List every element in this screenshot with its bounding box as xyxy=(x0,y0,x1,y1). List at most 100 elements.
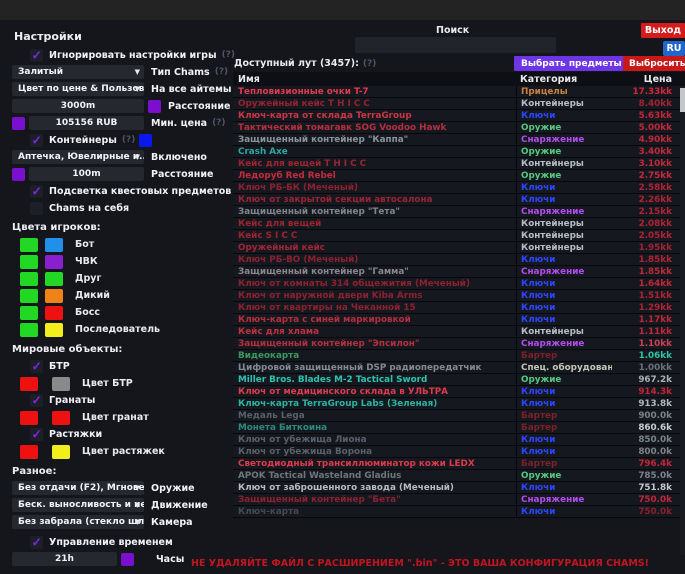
visible-color-swatch[interactable] xyxy=(20,323,38,337)
loot-table-row[interactable]: Тактический томагавк SOG Voodoo Hawk Ору… xyxy=(233,122,685,134)
loot-table-row[interactable]: Ключ от наружной двери Kiba Arms Ключи 1… xyxy=(233,290,685,302)
all-items-dropdown[interactable]: Цвет по цене & Пользователь ▼ xyxy=(12,82,144,96)
hidden-color-swatch[interactable] xyxy=(45,272,63,286)
time-control-checkbox[interactable]: ✓ xyxy=(30,536,43,549)
help-icon[interactable]: (?) xyxy=(215,67,228,77)
loot-table-row[interactable]: Ключ от убежища Лиона Ключи 850.0k xyxy=(233,434,685,446)
loot-table-row[interactable]: Ключ от заброшенного завода (Меченый) Кл… xyxy=(233,482,685,494)
loot-table-row[interactable]: Защищенный контейнер "Бета" Снаряжение 7… xyxy=(233,494,685,506)
loot-table-row[interactable]: Защищенный контейнер "Тета" Снаряжение 2… xyxy=(233,206,685,218)
misc-dropdown[interactable]: Без забрала (стекло шлема) ▼ xyxy=(12,515,144,529)
loot-table-row[interactable]: APOK Tactical Wasteland Gladius Оружие 7… xyxy=(233,470,685,482)
containers-checkbox[interactable]: ✓ xyxy=(30,134,43,147)
ignore-game-settings-checkbox[interactable]: ✓ xyxy=(30,49,43,62)
containers-distance-color-swatch[interactable] xyxy=(12,168,25,181)
exit-button[interactable]: Выход xyxy=(641,23,685,38)
containers-distance-input[interactable]: 100m xyxy=(29,167,144,181)
help-icon[interactable]: (?) xyxy=(363,59,376,69)
loot-table-row[interactable]: Светодиодный трансиллюминатор кожи LEDX … xyxy=(233,458,685,470)
misc-dropdown[interactable]: Беск. выносливость и нет уста ▼ xyxy=(12,498,144,512)
player-color-label: ЧВК xyxy=(75,256,98,267)
loot-table-row[interactable]: Ключ от закрытой секции автосалона Ключи… xyxy=(233,194,685,206)
loot-table-row[interactable]: Ключ-карта от склада TerraGroup Ключи 5.… xyxy=(233,110,685,122)
containers-color-swatch[interactable] xyxy=(139,134,152,147)
player-color-row: Бот xyxy=(12,236,232,253)
item-name: Crash Axe xyxy=(233,147,516,157)
search-input[interactable] xyxy=(355,37,556,53)
loot-table-row[interactable]: Ключ от квартиры на Чеканной 15 Ключи 1.… xyxy=(233,302,685,314)
time-color-swatch[interactable] xyxy=(121,553,134,566)
world-object-checkbox[interactable]: ✓ xyxy=(30,394,43,407)
visible-color-swatch[interactable] xyxy=(20,306,38,320)
world-object-checkbox[interactable]: ✓ xyxy=(30,428,43,441)
chams-type-dropdown[interactable]: Залитый ▼ xyxy=(12,65,144,79)
help-icon[interactable]: (?) xyxy=(122,135,135,145)
quest-highlight-row: ✓ Подсветка квестовых предметов xyxy=(12,183,232,199)
scrollbar-thumb[interactable] xyxy=(680,88,685,112)
world-object-label: Растяжки xyxy=(49,429,102,440)
help-icon[interactable]: (?) xyxy=(212,118,225,128)
column-header-category[interactable]: Категория xyxy=(516,74,612,85)
loot-table-row[interactable]: Защищенный контейнер "Каппа" Снаряжение … xyxy=(233,134,685,146)
item-price: 3.40kk xyxy=(612,147,672,157)
hidden-color-swatch[interactable] xyxy=(45,238,63,252)
loot-table-row[interactable]: Видеокарта Бартер 1.06kk xyxy=(233,350,685,362)
chams-self-checkbox[interactable]: ✓ xyxy=(30,202,43,215)
hidden-color-swatch[interactable] xyxy=(45,255,63,269)
loot-table-row[interactable]: Медаль Lega Бартер 900.0k xyxy=(233,410,685,422)
color-swatch[interactable] xyxy=(52,377,70,391)
min-price-color-swatch[interactable] xyxy=(12,117,25,130)
hidden-color-swatch[interactable] xyxy=(45,306,63,320)
loot-table-row[interactable]: Ключ от медицинского склада в УЛЬТРА Клю… xyxy=(233,386,685,398)
containers-filter-dropdown[interactable]: Аптечка, Ювелирные и... ▼ xyxy=(12,150,144,164)
loot-table-row[interactable]: Ключ-карта с синей маркировкой Ключи 1.1… xyxy=(233,314,685,326)
loot-table-row[interactable]: Кейс S I C C Контейнеры 2.05kk xyxy=(233,230,685,242)
loot-table-row[interactable]: Crash Axe Оружие 3.40kk xyxy=(233,146,685,158)
visible-color-swatch[interactable] xyxy=(20,289,38,303)
visible-color-swatch[interactable] xyxy=(20,255,38,269)
quest-highlight-checkbox[interactable]: ✓ xyxy=(30,185,43,198)
loot-table-row[interactable]: Ледоруб Red Rebel Оружие 2.75kk xyxy=(233,170,685,182)
visible-color-swatch[interactable] xyxy=(20,272,38,286)
loot-table-row[interactable]: Ключ РБ-ВО (Меченый) Ключи 1.85kk xyxy=(233,254,685,266)
distance-color-swatch[interactable] xyxy=(148,100,161,113)
hidden-color-swatch[interactable] xyxy=(45,323,63,337)
color-swatch[interactable] xyxy=(20,411,38,425)
world-object-checkbox[interactable]: ✓ xyxy=(30,360,43,373)
loot-table-row[interactable]: Кейс для вещей T H I C C Контейнеры 3.10… xyxy=(233,158,685,170)
loot-table-row[interactable]: Оружейный кейс T H I C C Контейнеры 8.40… xyxy=(233,98,685,110)
table-scrollbar[interactable] xyxy=(680,86,685,555)
min-price-input[interactable]: 105156 RUB xyxy=(29,116,144,130)
hidden-color-swatch[interactable] xyxy=(45,289,63,303)
chams-self-label: Chams на себя xyxy=(49,203,129,214)
loot-table-row[interactable]: Защищенный контейнер "Гамма" Снаряжение … xyxy=(233,266,685,278)
distance-input[interactable]: 3000m xyxy=(12,99,144,113)
color-swatch[interactable] xyxy=(52,445,70,459)
drop-all-button[interactable]: Выбросить все xyxy=(623,56,685,71)
visible-color-swatch[interactable] xyxy=(20,238,38,252)
loot-table-row[interactable]: Ключ РБ-БК (Меченый) Ключи 2.58kk xyxy=(233,182,685,194)
language-button[interactable]: RU xyxy=(663,41,685,56)
column-header-name[interactable]: Имя xyxy=(233,74,516,85)
column-header-price[interactable]: Цена xyxy=(612,74,672,85)
loot-table-row[interactable]: Кейс для хлама Контейнеры 1.11kk xyxy=(233,326,685,338)
world-objects-title: Мировые объекты: xyxy=(12,344,232,355)
loot-table-row[interactable]: Кейс для вещей Контейнеры 2.08kk xyxy=(233,218,685,230)
loot-table-row[interactable]: Miller Bros. Blades M-2 Tactical Sword О… xyxy=(233,374,685,386)
color-swatch[interactable] xyxy=(20,445,38,459)
loot-table-row[interactable]: Цифровой защищенный DSP радиопередатчик … xyxy=(233,362,685,374)
loot-table-row[interactable]: Ключ от комнаты 314 общежития (Меченый) … xyxy=(233,278,685,290)
loot-table-row[interactable]: Монета Биткоина Бартер 860.6k xyxy=(233,422,685,434)
loot-table-row[interactable]: Оружейный кейс Контейнеры 1.95kk xyxy=(233,242,685,254)
help-icon[interactable]: (?) xyxy=(222,50,235,60)
misc-dropdown[interactable]: Без отдачи (F2), Мгновенное п ▼ xyxy=(12,481,144,495)
time-input[interactable]: 21h xyxy=(12,552,117,566)
loot-table-row[interactable]: Ключ от убежища Ворона Ключи 800.0k xyxy=(233,446,685,458)
color-swatch[interactable] xyxy=(52,411,70,425)
loot-table-row[interactable]: Ключ-карта TerraGroup Labs (Зеленая) Клю… xyxy=(233,398,685,410)
loot-table-row[interactable]: Ключ-карта Ключи 750.0k xyxy=(233,506,685,518)
color-swatch[interactable] xyxy=(20,377,38,391)
loot-table-row[interactable]: Тепловизионные очки T-7 Прицелы 17.33kk xyxy=(233,86,685,98)
loot-table-row[interactable]: Защищенный контейнер "Эпсилон" Снаряжени… xyxy=(233,338,685,350)
item-category: Ключи xyxy=(516,194,612,205)
